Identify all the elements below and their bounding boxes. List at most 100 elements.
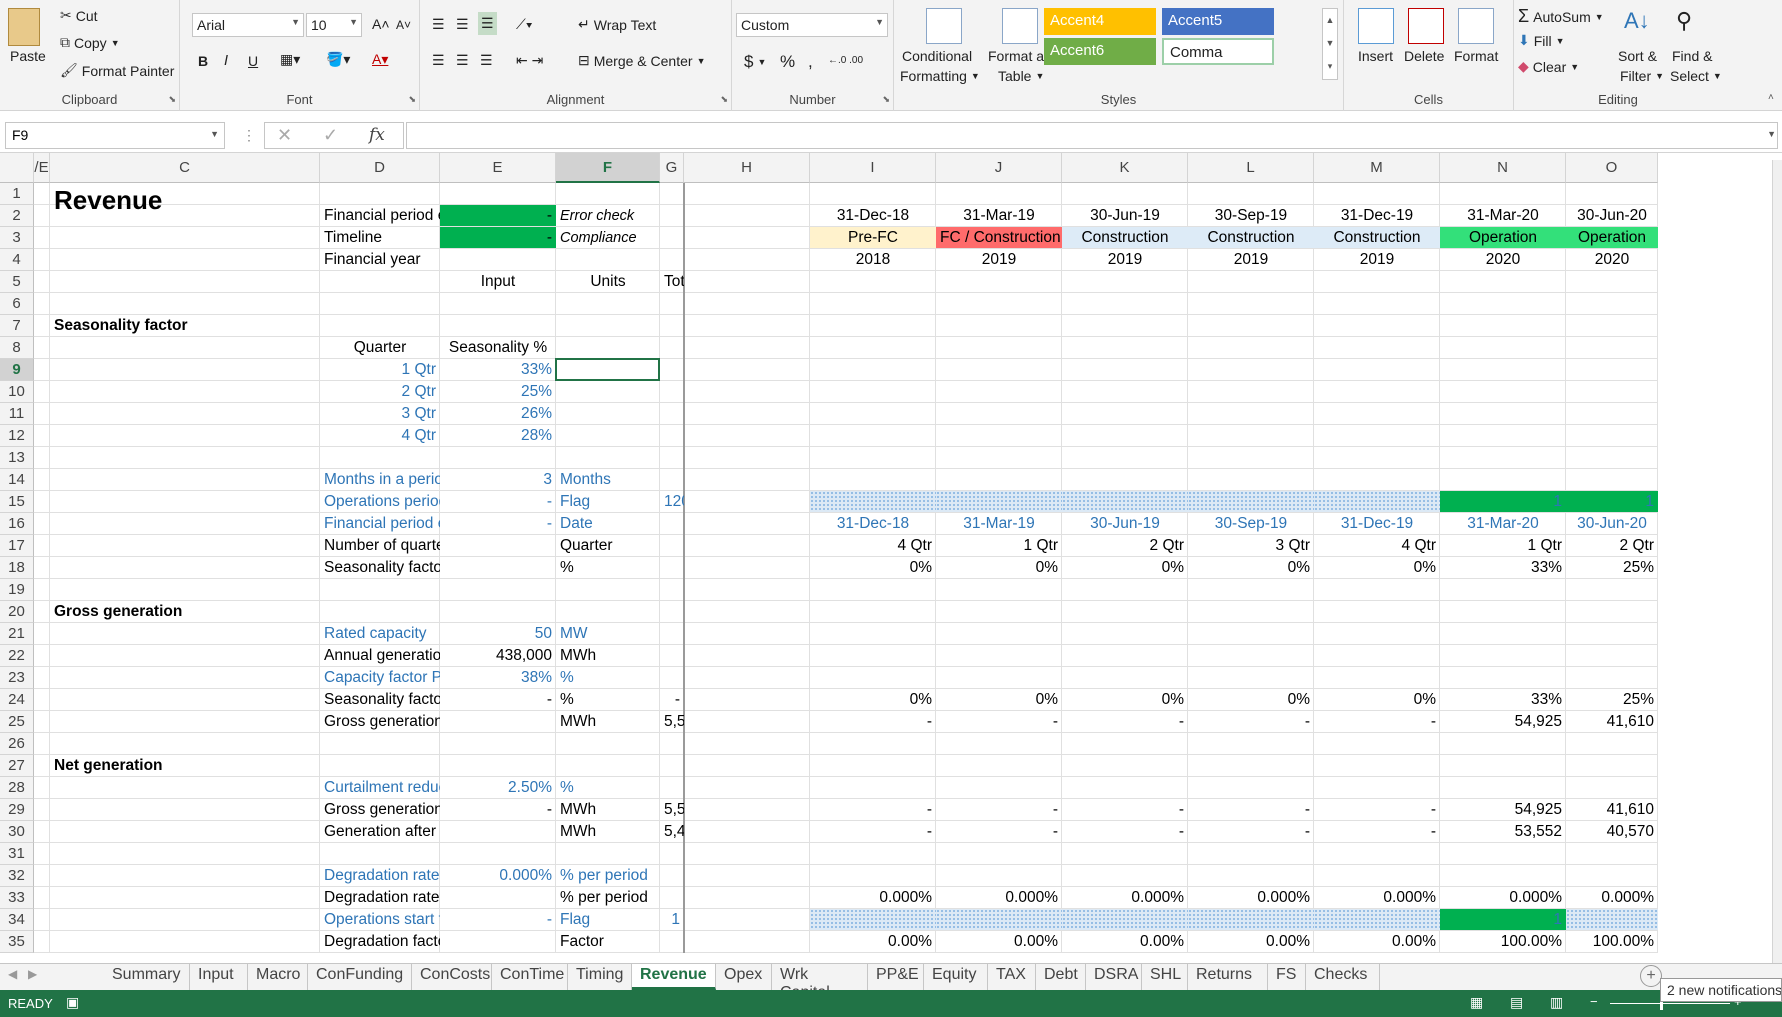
row-header-5[interactable]: 5 — [0, 271, 34, 293]
degradation-factor[interactable]: 0.00% — [1062, 931, 1188, 953]
row-header-21[interactable]: 21 — [0, 623, 34, 645]
input-header[interactable]: Input — [440, 271, 556, 293]
period-end-date[interactable]: 31-Mar-19 — [936, 513, 1062, 535]
number-format-combo[interactable]: Custom ▼ — [736, 13, 888, 37]
units-value[interactable]: % — [556, 667, 660, 689]
input-value[interactable]: - — [440, 689, 556, 711]
period-end-date[interactable]: 31-Dec-19 — [1314, 513, 1440, 535]
total-header[interactable]: Total — [660, 271, 684, 293]
column-header-L[interactable]: L — [1188, 153, 1314, 183]
select-all-corner[interactable] — [0, 153, 34, 183]
row-header-20[interactable]: 20 — [0, 601, 34, 623]
generation-after-curtailment[interactable]: 40,570 — [1566, 821, 1658, 843]
phase-label[interactable]: Operation — [1566, 227, 1658, 249]
seasonality-value[interactable]: 28% — [440, 425, 556, 447]
dialog-launcher-icon[interactable]: ⬊ — [168, 94, 176, 105]
row-label[interactable]: Timeline — [320, 227, 440, 249]
row-header-7[interactable]: 7 — [0, 315, 34, 337]
prev-sheet-icon[interactable]: ◀ — [8, 967, 17, 981]
gross-generation[interactable]: - — [936, 799, 1062, 821]
copy-button[interactable]: ⧉ Copy ▼ — [60, 34, 120, 51]
total-value[interactable]: 5,592,384 — [660, 799, 684, 821]
format-painter-button[interactable]: 🖌 Format Painter — [60, 62, 174, 79]
total-value[interactable]: 1 — [660, 909, 684, 931]
find-select-button[interactable]: Find & — [1672, 48, 1712, 64]
total-value[interactable]: - — [660, 689, 684, 711]
next-sheet-icon[interactable]: ▶ — [28, 967, 37, 981]
period-date[interactable]: 30-Jun-20 — [1566, 205, 1658, 227]
row-label[interactable]: Degradation rate — [320, 865, 440, 887]
column-header-D[interactable]: D — [320, 153, 440, 183]
sheet-tab-fs[interactable]: FS — [1268, 964, 1306, 990]
period-end-date[interactable]: 31-Mar-20 — [1440, 513, 1566, 535]
phase-label[interactable]: Construction — [1314, 227, 1440, 249]
total-value[interactable]: 5,452,574 — [660, 821, 684, 843]
row-label[interactable]: Operations period flag — [320, 491, 440, 513]
sheet-tab-equity[interactable]: Equity — [924, 964, 988, 990]
column-header-N[interactable]: N — [1440, 153, 1566, 183]
cell-style-accent6[interactable]: Accent6 — [1044, 38, 1156, 65]
row-header-14[interactable]: 14 — [0, 469, 34, 491]
row-header-33[interactable]: 33 — [0, 887, 34, 909]
ops-flag-value[interactable] — [936, 491, 1062, 513]
start-flag-value[interactable]: 1 — [1440, 909, 1566, 931]
generation-after-curtailment[interactable]: - — [810, 821, 936, 843]
seasonality-factor[interactable]: 0% — [810, 689, 936, 711]
ops-flag-value[interactable]: 1 — [1440, 491, 1566, 513]
quarter-number[interactable]: 2 Qtr — [1062, 535, 1188, 557]
quarter-header[interactable]: Quarter — [320, 337, 440, 359]
sheet-tab-contime[interactable]: ConTime — [492, 964, 568, 990]
seasonality-factor[interactable]: 0% — [936, 557, 1062, 579]
seasonality-factor[interactable]: 0% — [1314, 689, 1440, 711]
input-value[interactable]: 38% — [440, 667, 556, 689]
degradation-factor[interactable]: 0.00% — [810, 931, 936, 953]
row-header-15[interactable]: 15 — [0, 491, 34, 513]
delete-button[interactable]: Delete — [1404, 48, 1444, 64]
seasonality-header[interactable]: Seasonality % — [440, 337, 556, 359]
row-header-3[interactable]: 3 — [0, 227, 34, 249]
units-value[interactable]: Flag — [556, 909, 660, 931]
column-header-F[interactable]: F — [556, 153, 660, 183]
units-value[interactable]: % — [556, 777, 660, 799]
row-header-27[interactable]: 27 — [0, 755, 34, 777]
quarter-number[interactable]: 4 Qtr — [810, 535, 936, 557]
sheet-tab-concosts[interactable]: ConCosts — [412, 964, 492, 990]
sheet-tab-pp-e[interactable]: PP&E — [868, 964, 924, 990]
phase-label[interactable]: Pre-FC — [810, 227, 936, 249]
autosum-button[interactable]: Σ AutoSum ▼ — [1518, 6, 1604, 27]
quarter-label[interactable]: 2 Qtr — [320, 381, 440, 403]
total-value[interactable]: 120 — [660, 491, 684, 513]
font-name-combo[interactable]: Arial ▼ — [192, 13, 304, 37]
font-color-icon[interactable]: A▾ — [372, 51, 388, 68]
phase-label[interactable]: FC / Construction — [936, 227, 1062, 249]
row-header-18[interactable]: 18 — [0, 557, 34, 579]
compliance-label[interactable]: Compliance — [556, 227, 660, 249]
row-header-35[interactable]: 35 — [0, 931, 34, 953]
start-flag-value[interactable] — [1188, 909, 1314, 931]
period-end-date[interactable]: 31-Dec-18 — [810, 513, 936, 535]
seasonality-factor[interactable]: 33% — [1440, 689, 1566, 711]
gallery-scroll[interactable]: ▲ ▼ ▾ — [1322, 8, 1338, 80]
units-value[interactable]: MWh — [556, 645, 660, 667]
grow-font-button[interactable]: A˄ — [372, 16, 390, 32]
seasonality-factor[interactable]: 0% — [1062, 689, 1188, 711]
units-value[interactable]: % per period — [556, 865, 660, 887]
row-label[interactable]: Generation after curtailment — [320, 821, 440, 843]
gross-generation[interactable]: - — [810, 799, 936, 821]
degradation-rate[interactable]: 0.000% — [810, 887, 936, 909]
seasonality-factor[interactable]: 0% — [1188, 689, 1314, 711]
sheet-tab-checks[interactable]: Checks — [1306, 964, 1380, 990]
gross-generation[interactable]: 41,610 — [1566, 799, 1658, 821]
financial-year[interactable]: 2019 — [936, 249, 1062, 271]
period-date[interactable]: 30-Jun-19 — [1062, 205, 1188, 227]
orientation-icon[interactable]: ⟋▾ — [516, 16, 533, 33]
start-flag-value[interactable] — [810, 909, 936, 931]
quarter-number[interactable]: 2 Qtr — [1566, 535, 1658, 557]
gross-generation[interactable]: 41,610 — [1566, 711, 1658, 733]
compliance-value[interactable]: - — [440, 227, 556, 249]
underline-button[interactable]: U — [248, 53, 258, 69]
page-layout-icon[interactable]: ▤ — [1510, 994, 1523, 1011]
row-header-8[interactable]: 8 — [0, 337, 34, 359]
degradation-rate[interactable]: 0.000% — [1440, 887, 1566, 909]
seasonality-factor[interactable]: 0% — [1314, 557, 1440, 579]
